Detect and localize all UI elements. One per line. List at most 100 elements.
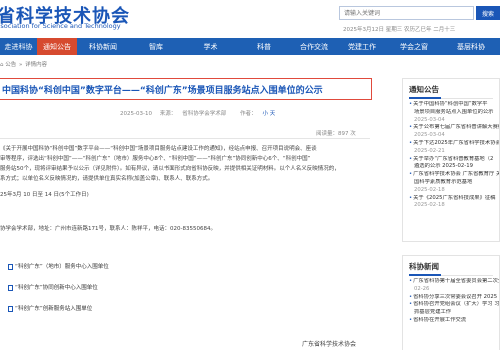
list-item-text: 关于中国科协“科创中国”数字平 <box>413 101 488 107</box>
list-item[interactable]: •广东省科学技术协会 广东省教育厅 关 <box>409 171 499 179</box>
list-item-text: 关于下达2025年广东省科学技术协会 <box>413 139 499 146</box>
attachment-link[interactable]: “科创广东”（地市）服务中心入围单位 <box>8 262 109 270</box>
search-box <box>339 6 474 20</box>
list-item-text: 2025-02-18 <box>414 186 445 193</box>
list-item-text: 关于《2025广东省科技成果》征稿 <box>413 194 496 201</box>
breadcrumb-home-icon[interactable]: ⌂ <box>0 62 4 68</box>
list-item-text: 广东省科学技术协会 广东省教育厅 关 <box>413 171 499 178</box>
bullet-icon: • <box>409 278 413 284</box>
list-item-text: 02-26 <box>414 285 430 292</box>
article-period: 25年3月 10 日至 14 日(5个工作日) <box>0 192 89 198</box>
author-label: 作者： <box>240 111 257 117</box>
list-item-text: 2025-03-04 <box>414 132 445 139</box>
bullet-icon: • <box>409 101 413 107</box>
nav-item[interactable]: 学术 <box>183 38 238 55</box>
nav-item[interactable]: 学会之窗 <box>386 38 442 55</box>
list-item-text: 关于公布第七届广东省科普讲解大赛结 <box>413 124 499 131</box>
nav-item[interactable]: 科普 <box>238 38 290 55</box>
search-input[interactable] <box>340 7 473 19</box>
bullet-icon: • <box>409 301 413 308</box>
sidebar-news-title: 科协新闻 <box>409 262 439 271</box>
bullet-icon: • <box>409 194 413 201</box>
bullet-icon: • <box>409 124 413 131</box>
list-item-date: 2025-02-18 <box>409 202 499 210</box>
list-item-text: 关于举办“广东省科普教育基地（2 <box>413 155 494 162</box>
attachment-link[interactable]: “科创广东”协同创新中心入围单位 <box>8 283 98 291</box>
list-item[interactable]: •关于《2025广东省科技成果》征稿 <box>409 195 499 203</box>
list-item-text: 广东省科协第十届全省委员会第二次全 <box>413 278 499 284</box>
sidebar-notices: 通知公告 •关于中国科协“科创中国”数字平 场景项目服务站点入围单位的公示 2025… <box>402 78 500 242</box>
bullet-icon: • <box>409 171 413 178</box>
breadcrumb-item-detail: 详情内容 <box>25 62 48 68</box>
article-signature: 广东省科学技术协会 <box>302 341 357 348</box>
list-item-text: 国科学素质教育示范基地 <box>414 178 473 185</box>
breadcrumb: ⌂ 公告 » 详情内容 <box>0 60 47 68</box>
nav-item[interactable]: 走进科协 <box>0 38 37 55</box>
article-source: 来源： 省科协学会学术部 <box>160 111 233 117</box>
attachment-label: “科创广东”创新服务站入围单位 <box>15 306 93 312</box>
list-item[interactable]: •关于举办“广东省科普教育基地（2 <box>409 156 499 164</box>
list-item[interactable]: 遴选的公示 2025-02-19 <box>409 163 499 171</box>
list-item[interactable]: 国科学素质教育示范基地 <box>409 179 499 187</box>
file-icon <box>8 305 13 312</box>
list-item-text: 2025-02-18 <box>414 202 445 209</box>
list-item[interactable]: •省科协分享三次常委会议召开 2025 <box>409 294 499 302</box>
list-item[interactable]: •广东省科协第十届全省委员会第二次全 <box>409 278 499 286</box>
list-item-text: 省科协在开展工作交流 <box>413 316 467 323</box>
list-item-text: 省科协分享三次常委会议召开 2025 <box>413 293 498 300</box>
list-item-date: 2025-02-18 <box>409 187 499 195</box>
article-title-box: 中国科协“科创中国”数字平台——“科创广东”场景项目服务站点入围单位的公示 <box>0 78 372 100</box>
bullet-icon: • <box>409 155 413 162</box>
sidebar-title-underline <box>409 97 493 99</box>
source-label: 来源： <box>159 111 177 117</box>
article-divider <box>0 138 370 139</box>
sidebar-news: 科协新闻 •广东省科协第十届全省委员会第二次全 02-26 •省科协分享三次常委会议… <box>402 255 500 350</box>
sidebar-notices-title: 通知公告 <box>409 85 439 94</box>
nav-item[interactable]: 智库 <box>129 38 183 55</box>
source-value: 省科协学会学术部 <box>182 111 227 117</box>
nav-item[interactable]: 合作交流 <box>290 38 338 55</box>
nav-item[interactable]: 党建工作 <box>338 38 386 55</box>
sidebar-title-underline <box>409 274 493 276</box>
list-item[interactable]: 场景项目服务站点入围单位的公示 <box>409 109 499 117</box>
date-line: 2025年3月12日 星期三 农历乙巳年 二月十三 <box>343 27 456 33</box>
bullet-icon: • <box>409 316 413 323</box>
news-list: •广东省科协第十届全省委员会第二次全 02-26 •省科协分享三次常委会议召开 20… <box>403 276 499 325</box>
attachment-label: “科创广东”（地市）服务中心入围单位 <box>15 264 109 270</box>
list-item-text: 省科协召开党组会议（扩大）学习 习近 <box>413 301 499 308</box>
nav-item[interactable]: 通知公告 <box>37 38 77 55</box>
site-header: 省科学技术协会 ssociation for Science and Techn… <box>0 0 500 38</box>
notice-list: •关于中国科协“科创中国”数字平 场景项目服务站点入围单位的公示 2025-03-0… <box>403 99 499 210</box>
article-date: 2025-03-10 <box>120 111 152 117</box>
list-item[interactable]: •省科协在开展工作交流 <box>409 317 499 325</box>
list-item[interactable]: •关于下达2025年广东省科学技术协会 <box>409 140 499 148</box>
list-item-date: 2025-03-04 <box>409 132 499 140</box>
list-item[interactable]: 抓基层党建工作 <box>409 309 499 317</box>
article-views: 阅读量：897 次 <box>316 131 356 137</box>
list-item-text: 抓基层党建工作 <box>414 309 452 316</box>
article-paragraph: 系方式；以单位名义反映情况的，请提供单位真实名称(加盖公章)、联系人、联系方式。 <box>0 176 214 182</box>
breadcrumb-item-notice[interactable]: 公告 <box>5 62 16 68</box>
attachment-label: “科创广东”协同创新中心入围单位 <box>15 285 98 291</box>
article-author: 作者： 小 天 <box>240 111 281 117</box>
main-nav: 走进科协 通知公告 科协新闻 智库 学术 科普 合作交流 党建工作 学会之窗 基层科协 <box>0 38 500 55</box>
attachment-link[interactable]: “科创广东”创新服务站入围单位 <box>8 304 92 312</box>
article-meta: 2025-03-10 来源： 省科协学会学术部 作者： 小 天 <box>120 109 287 117</box>
article-paragraph: 服务站50个，现将评审结果予以公示（详见附件）。如有异议，请以书面形式向省科协反… <box>0 166 340 172</box>
list-item[interactable]: •省科协召开党组会议（扩大）学习 习近 <box>409 301 499 309</box>
list-item-text: 2025-03-04 <box>414 116 445 123</box>
file-icon <box>8 263 13 270</box>
list-item-date: 02-26 <box>409 286 499 294</box>
list-item[interactable]: •关于中国科协“科创中国”数字平 <box>409 101 499 109</box>
site-logo-subtitle: ssociation for Science and Technology <box>0 22 121 30</box>
article-paragraph: 《关于开展中国科协“科创中国”数字平台——“科创中国”场景项目服务站点建设工作的… <box>0 146 317 152</box>
list-item-text: 场景项目服务站点入围单位的公示 <box>414 108 494 115</box>
list-item-text: 遴选的公示 2025-02-19 <box>414 163 473 170</box>
search-button[interactable]: 搜索 <box>476 6 500 20</box>
author-value: 小 天 <box>262 111 276 117</box>
nav-item[interactable]: 科协新闻 <box>77 38 129 55</box>
bullet-icon: • <box>409 293 413 300</box>
list-item[interactable]: •关于公布第七届广东省科普讲解大赛结 <box>409 124 499 132</box>
nav-item[interactable]: 基层科协 <box>442 38 500 55</box>
article-contact: 协学会学术部，地址：广州市连新路171号，联系人：陈祥平，电话：020-8355… <box>0 226 216 232</box>
